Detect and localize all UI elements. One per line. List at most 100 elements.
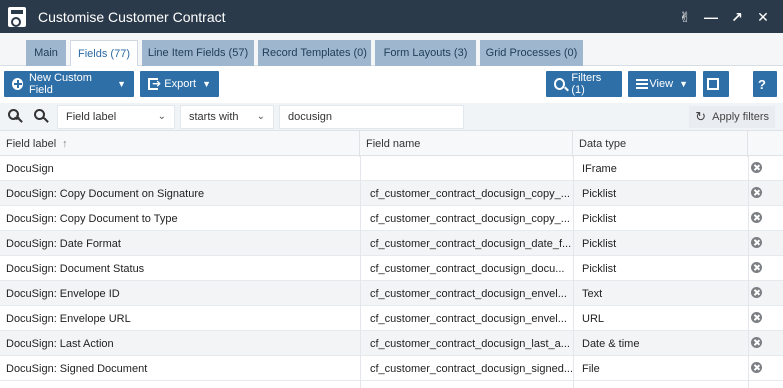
print-icon: [707, 78, 719, 90]
delete-icon[interactable]: [751, 312, 762, 323]
delete-icon[interactable]: [751, 287, 762, 298]
cell-field-label: DocuSign: Date Format: [6, 237, 121, 250]
cell-field-name: cf_customer_contract_docusign_docu...: [370, 262, 565, 275]
cell-data-type: Picklist: [582, 212, 617, 225]
delete-icon[interactable]: [751, 162, 762, 173]
tab-grid-processes[interactable]: Grid Processes (0): [480, 40, 583, 66]
filter-operator-select[interactable]: starts with ⌄: [180, 105, 274, 129]
column-divider: [360, 155, 361, 388]
cell-field-label: DocuSign: Last Action: [6, 337, 114, 350]
cell-data-type: Picklist: [582, 262, 617, 275]
column-header-data-type[interactable]: Data type: [573, 131, 748, 157]
sort-up-icon: ↑: [62, 138, 68, 150]
view-label: View: [649, 78, 674, 90]
tab-main[interactable]: Main: [26, 40, 66, 66]
cell-field-name: cf_customer_contract_docusign_copy_...: [370, 212, 570, 225]
filter-value-input[interactable]: docusign: [279, 105, 464, 129]
delete-icon[interactable]: [751, 212, 762, 223]
export-button[interactable]: Export ▼: [140, 71, 219, 97]
search-icon: [554, 78, 566, 90]
cell-field-name: cf_customer_contract_docusign_envel...: [370, 312, 567, 325]
column-header-field-label[interactable]: Field label ↑: [0, 131, 360, 157]
filter-field-select[interactable]: Field label ⌄: [57, 105, 175, 129]
print-button[interactable]: [703, 71, 729, 97]
delete-icon[interactable]: [751, 237, 762, 248]
chevron-down-icon: ⌄: [256, 111, 265, 122]
new-custom-field-button[interactable]: New Custom Field ▼: [4, 71, 134, 97]
apply-filters-button[interactable]: ↻ Apply filters: [689, 106, 775, 128]
table-row[interactable]: DocuSign: Signed Document cf_customer_co…: [0, 356, 783, 381]
export-label: Export: [164, 78, 197, 90]
delete-icon[interactable]: [751, 362, 762, 373]
cell-field-name: cf_customer_contract_docusign_date_f...: [370, 237, 572, 250]
window-title: Customise Customer Contract: [38, 8, 226, 25]
new-custom-field-label: New Custom Field: [28, 72, 92, 96]
chevron-down-icon: ⌄: [157, 111, 166, 122]
cell-field-label: DocuSign: Envelope ID: [6, 287, 120, 300]
delete-icon[interactable]: [751, 337, 762, 348]
cell-field-name: cf_customer_contract_docusign_envel...: [370, 287, 567, 300]
table-row[interactable]: DocuSign IFrame: [0, 156, 783, 181]
apply-filters-label: Apply filters: [712, 111, 769, 123]
table-row[interactable]: DocuSign: Copy Document to Type cf_custo…: [0, 206, 783, 231]
table-row[interactable]: DocuSign: Envelope ID cf_customer_contra…: [0, 281, 783, 306]
export-icon: [148, 77, 162, 90]
help-icon: ?: [758, 76, 766, 92]
filter-value-text: docusign: [288, 111, 333, 123]
cell-data-type: Text: [582, 287, 603, 300]
cell-data-type: Date & time: [582, 337, 640, 350]
column-header-field-name[interactable]: Field name: [360, 131, 573, 157]
table-row[interactable]: DocuSign: Date Format cf_customer_contra…: [0, 231, 783, 256]
tab-record-templates[interactable]: Record Templates (0): [258, 40, 371, 66]
delete-icon[interactable]: [751, 187, 762, 198]
pin-icon[interactable]: ✌: [677, 9, 693, 25]
fields-table: Field label ↑ Field name Data type DocuS…: [0, 130, 783, 381]
cell-field-name: [364, 156, 572, 181]
table-row[interactable]: DocuSign: Document Status cf_customer_co…: [0, 256, 783, 281]
tab-fields[interactable]: Fields (77): [70, 40, 138, 66]
chevron-down-icon: ▼: [679, 79, 688, 89]
cell-data-type: File: [582, 362, 600, 375]
cell-field-label: DocuSign: Envelope URL: [6, 312, 131, 325]
column-divider: [573, 155, 574, 388]
cell-data-type: IFrame: [582, 162, 617, 175]
cell-field-label: DocuSign: [6, 162, 54, 175]
window-titlebar: Customise Customer Contract ✌ — ↗ ✕: [0, 0, 783, 33]
cell-field-name: cf_customer_contract_docusign_signed...: [370, 362, 572, 375]
zoom-in-icon[interactable]: +: [6, 107, 24, 125]
cell-field-label: DocuSign: Signed Document: [6, 362, 148, 375]
help-button[interactable]: ?: [753, 71, 777, 97]
chevron-down-icon: ▼: [117, 79, 126, 89]
zoom-out-icon[interactable]: –: [32, 107, 50, 125]
toolbar: New Custom Field ▼ Export ▼ Filters (1) …: [0, 69, 783, 99]
app-icon: [8, 6, 26, 27]
cell-field-label: DocuSign: Copy Document to Type: [6, 212, 178, 225]
close-icon[interactable]: ✕: [755, 9, 771, 25]
filter-field-value: Field label: [66, 111, 117, 123]
tab-line-item-fields[interactable]: Line Item Fields (57): [142, 40, 254, 66]
cell-field-label: DocuSign: Copy Document on Signature: [6, 187, 205, 200]
cell-data-type: Picklist: [582, 187, 617, 200]
cell-field-label: DocuSign: Document Status: [6, 262, 145, 275]
table-row[interactable]: DocuSign: Envelope URL cf_customer_contr…: [0, 306, 783, 331]
table-row[interactable]: DocuSign: Last Action cf_customer_contra…: [0, 331, 783, 356]
cell-data-type: Picklist: [582, 237, 617, 250]
minimize-icon[interactable]: —: [703, 9, 719, 25]
filters-label: Filters (1): [571, 72, 602, 96]
tab-bar: Main Fields (77) Line Item Fields (57) R…: [0, 33, 783, 66]
cell-field-name: cf_customer_contract_docusign_last_a...: [370, 337, 570, 350]
tab-form-layouts[interactable]: Form Layouts (3): [375, 40, 476, 66]
filters-button[interactable]: Filters (1): [546, 71, 622, 97]
refresh-icon: ↻: [695, 109, 707, 124]
cell-data-type: URL: [582, 312, 605, 325]
chevron-down-icon: ▼: [202, 79, 211, 89]
cell-field-name: cf_customer_contract_docusign_copy_...: [370, 187, 570, 200]
maximize-icon[interactable]: ↗: [729, 9, 745, 25]
column-divider: [748, 155, 749, 388]
filter-bar: + – Field label ⌄ starts with ⌄ docusign…: [0, 103, 783, 130]
delete-icon[interactable]: [751, 262, 762, 273]
plus-circle-icon: [12, 78, 23, 90]
table-row[interactable]: DocuSign: Copy Document on Signature cf_…: [0, 181, 783, 206]
filter-operator-value: starts with: [189, 111, 239, 123]
view-button[interactable]: View ▼: [628, 71, 696, 97]
